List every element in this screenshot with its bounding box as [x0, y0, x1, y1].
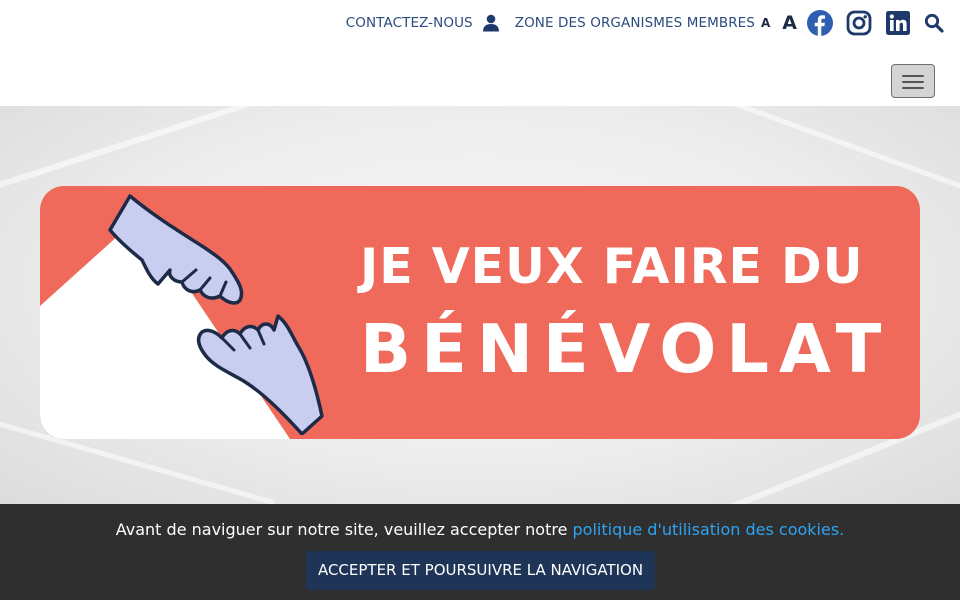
- cookie-policy-link[interactable]: politique d'utilisation des cookies.: [573, 520, 845, 539]
- banner-heading-line1: JE VEUX FAIRE DU: [360, 238, 864, 295]
- accept-cookies-button[interactable]: ACCEPTER ET POURSUIVRE LA NAVIGATION: [306, 551, 655, 590]
- top-links-bar: CONTACTEZ-NOUS ZONE DES ORGANISMES MEMBR…: [346, 8, 944, 38]
- search-icon[interactable]: [924, 13, 944, 33]
- cookie-message-text: Avant de naviguer sur notre site, veuill…: [115, 520, 573, 539]
- linkedin-icon[interactable]: [885, 10, 911, 36]
- banner-heading-line2: BÉNÉVOLAT: [360, 310, 892, 388]
- hamburger-menu-icon[interactable]: [891, 64, 935, 98]
- cookie-consent-bar: Avant de naviguer sur notre site, veuill…: [0, 504, 960, 600]
- hands-illustration-icon: [108, 194, 324, 435]
- instagram-icon[interactable]: [846, 10, 872, 36]
- user-icon[interactable]: [482, 14, 500, 32]
- hamburger-bar: [902, 75, 924, 77]
- contact-link[interactable]: CONTACTEZ-NOUS: [346, 15, 473, 31]
- members-zone-link[interactable]: ZONE DES ORGANISMES MEMBRES: [515, 15, 755, 31]
- font-decrease-button[interactable]: A: [761, 16, 770, 30]
- hero-section: JE VEUX FAIRE DU BÉNÉVOLAT: [0, 106, 960, 504]
- cookie-message: Avant de naviguer sur notre site, veuill…: [0, 520, 960, 539]
- site-header: CONTACTEZ-NOUS ZONE DES ORGANISMES MEMBR…: [0, 0, 960, 106]
- font-increase-button[interactable]: A: [782, 12, 797, 34]
- facebook-icon[interactable]: [807, 10, 833, 36]
- volunteer-banner[interactable]: JE VEUX FAIRE DU BÉNÉVOLAT: [40, 186, 920, 439]
- hamburger-bar: [902, 87, 924, 89]
- hamburger-bar: [902, 81, 924, 83]
